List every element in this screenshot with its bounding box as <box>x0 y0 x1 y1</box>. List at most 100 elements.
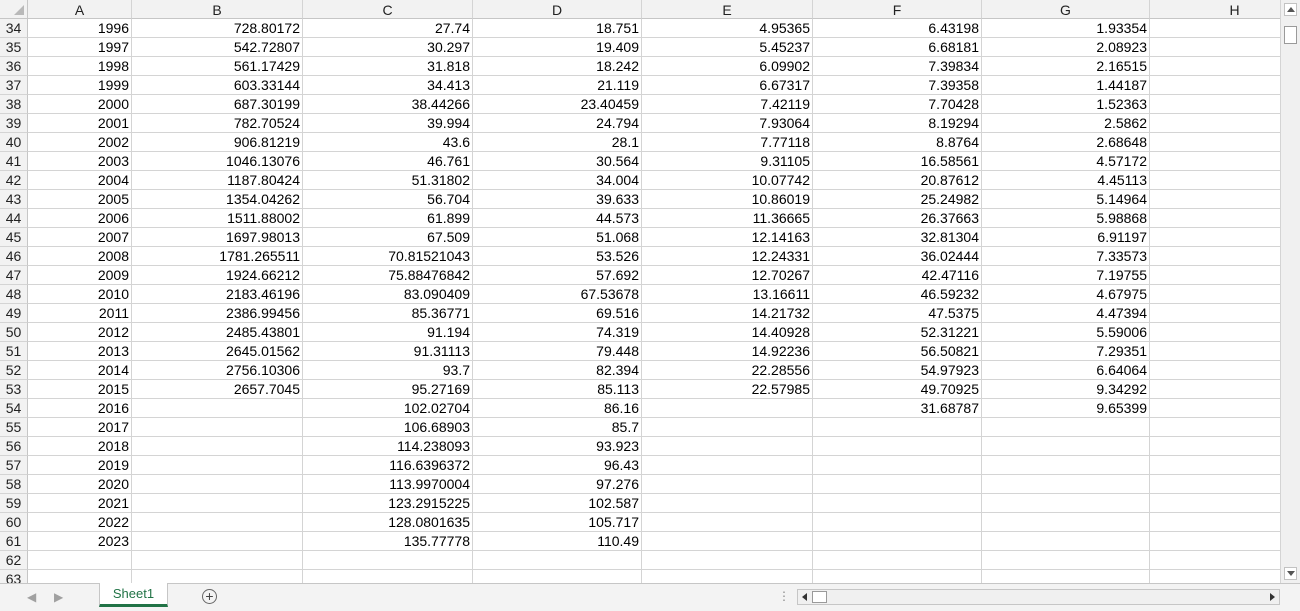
row-header[interactable]: 62 <box>0 551 28 570</box>
cell-c54[interactable]: 102.02704 <box>303 399 473 418</box>
cell-e62[interactable] <box>642 551 813 570</box>
cell-a36[interactable]: 1998 <box>28 57 132 76</box>
cell-f61[interactable] <box>813 532 982 551</box>
row-header[interactable]: 53 <box>0 380 28 399</box>
row-header[interactable]: 37 <box>0 76 28 95</box>
cell-c48[interactable]: 83.090409 <box>303 285 473 304</box>
cell-a45[interactable]: 2007 <box>28 228 132 247</box>
row-header[interactable]: 39 <box>0 114 28 133</box>
cell-d53[interactable]: 85.113 <box>473 380 642 399</box>
cell-f40[interactable]: 8.8764 <box>813 133 982 152</box>
spreadsheet-grid[interactable]: A B C D E F G H 34 1996 728.80172 27.74 18.751 4.9536… <box>0 0 1280 583</box>
cell-d59[interactable]: 102.587 <box>473 494 642 513</box>
cell-d47[interactable]: 57.692 <box>473 266 642 285</box>
row-header[interactable]: 34 <box>0 19 28 38</box>
cell-h54[interactable]: 18. <box>1150 399 1280 418</box>
column-header-a[interactable]: A <box>28 0 132 19</box>
cell-b48[interactable]: 2183.46196 <box>132 285 303 304</box>
cell-b59[interactable] <box>132 494 303 513</box>
cell-a53[interactable]: 2015 <box>28 380 132 399</box>
cell-e63[interactable] <box>642 570 813 583</box>
cell-f41[interactable]: 16.58561 <box>813 152 982 171</box>
cell-a56[interactable]: 2018 <box>28 437 132 456</box>
cell-a62[interactable] <box>28 551 132 570</box>
cell-a57[interactable]: 2019 <box>28 456 132 475</box>
row-header[interactable]: 43 <box>0 190 28 209</box>
cell-g50[interactable]: 5.59006 <box>982 323 1150 342</box>
cell-f47[interactable]: 42.47116 <box>813 266 982 285</box>
cell-h45[interactable]: 3. <box>1150 228 1280 247</box>
cell-d56[interactable]: 93.923 <box>473 437 642 456</box>
cell-g44[interactable]: 5.98868 <box>982 209 1150 228</box>
cell-c36[interactable]: 31.818 <box>303 57 473 76</box>
cell-a49[interactable]: 2011 <box>28 304 132 323</box>
cell-b44[interactable]: 1511.88002 <box>132 209 303 228</box>
cell-e56[interactable] <box>642 437 813 456</box>
row-header[interactable]: 35 <box>0 38 28 57</box>
cell-g42[interactable]: 4.45113 <box>982 171 1150 190</box>
row-header[interactable]: 49 <box>0 304 28 323</box>
cell-d41[interactable]: 30.564 <box>473 152 642 171</box>
cell-g49[interactable]: 4.47394 <box>982 304 1150 323</box>
cell-g34[interactable]: 1.93354 <box>982 19 1150 38</box>
cell-a54[interactable]: 2016 <box>28 399 132 418</box>
cell-e44[interactable]: 11.36665 <box>642 209 813 228</box>
cell-a61[interactable]: 2023 <box>28 532 132 551</box>
cell-b34[interactable]: 728.80172 <box>132 19 303 38</box>
cell-b62[interactable] <box>132 551 303 570</box>
column-header-f[interactable]: F <box>813 0 982 19</box>
cell-a52[interactable]: 2014 <box>28 361 132 380</box>
row-header[interactable]: 60 <box>0 513 28 532</box>
cell-f59[interactable] <box>813 494 982 513</box>
cell-d46[interactable]: 53.526 <box>473 247 642 266</box>
cell-f60[interactable] <box>813 513 982 532</box>
cell-c57[interactable]: 116.6396372 <box>303 456 473 475</box>
cell-e59[interactable] <box>642 494 813 513</box>
cell-h55[interactable] <box>1150 418 1280 437</box>
cell-c46[interactable]: 70.81521043 <box>303 247 473 266</box>
cell-f38[interactable]: 7.70428 <box>813 95 982 114</box>
cell-b38[interactable]: 687.30199 <box>132 95 303 114</box>
cell-a40[interactable]: 2002 <box>28 133 132 152</box>
row-header[interactable]: 41 <box>0 152 28 171</box>
vertical-scroll-thumb[interactable] <box>1284 26 1297 44</box>
cell-e43[interactable]: 10.86019 <box>642 190 813 209</box>
cell-b55[interactable] <box>132 418 303 437</box>
cell-h35[interactable]: 6. <box>1150 38 1280 57</box>
cell-b61[interactable] <box>132 532 303 551</box>
cell-b41[interactable]: 1046.13076 <box>132 152 303 171</box>
cell-g38[interactable]: 1.52363 <box>982 95 1150 114</box>
cell-f56[interactable] <box>813 437 982 456</box>
cell-b51[interactable]: 2645.01562 <box>132 342 303 361</box>
cell-f53[interactable]: 49.70925 <box>813 380 982 399</box>
cell-e42[interactable]: 10.07742 <box>642 171 813 190</box>
cell-d55[interactable]: 85.7 <box>473 418 642 437</box>
cell-f36[interactable]: 7.39834 <box>813 57 982 76</box>
cell-g37[interactable]: 1.44187 <box>982 76 1150 95</box>
cell-b57[interactable] <box>132 456 303 475</box>
cell-h53[interactable]: 15. <box>1150 380 1280 399</box>
horizontal-scrollbar[interactable] <box>797 589 1280 605</box>
cell-f42[interactable]: 20.87612 <box>813 171 982 190</box>
row-header[interactable]: 36 <box>0 57 28 76</box>
cell-e48[interactable]: 13.16611 <box>642 285 813 304</box>
row-header[interactable]: 63 <box>0 570 28 583</box>
horizontal-scroll-thumb[interactable] <box>812 591 827 603</box>
cell-a35[interactable]: 1997 <box>28 38 132 57</box>
cell-h61[interactable] <box>1150 532 1280 551</box>
cell-c63[interactable] <box>303 570 473 583</box>
cell-f62[interactable] <box>813 551 982 570</box>
cell-g56[interactable] <box>982 437 1150 456</box>
cell-h48[interactable]: 5 <box>1150 285 1280 304</box>
vertical-scrollbar[interactable] <box>1280 0 1300 583</box>
row-header[interactable]: 45 <box>0 228 28 247</box>
cell-h40[interactable]: 7. <box>1150 133 1280 152</box>
cell-d35[interactable]: 19.409 <box>473 38 642 57</box>
next-sheet-icon[interactable]: ▶ <box>54 590 63 604</box>
cell-d62[interactable] <box>473 551 642 570</box>
cell-a63[interactable] <box>28 570 132 583</box>
cell-e38[interactable]: 7.42119 <box>642 95 813 114</box>
cell-c62[interactable] <box>303 551 473 570</box>
cell-b53[interactable]: 2657.7045 <box>132 380 303 399</box>
cell-c55[interactable]: 106.68903 <box>303 418 473 437</box>
